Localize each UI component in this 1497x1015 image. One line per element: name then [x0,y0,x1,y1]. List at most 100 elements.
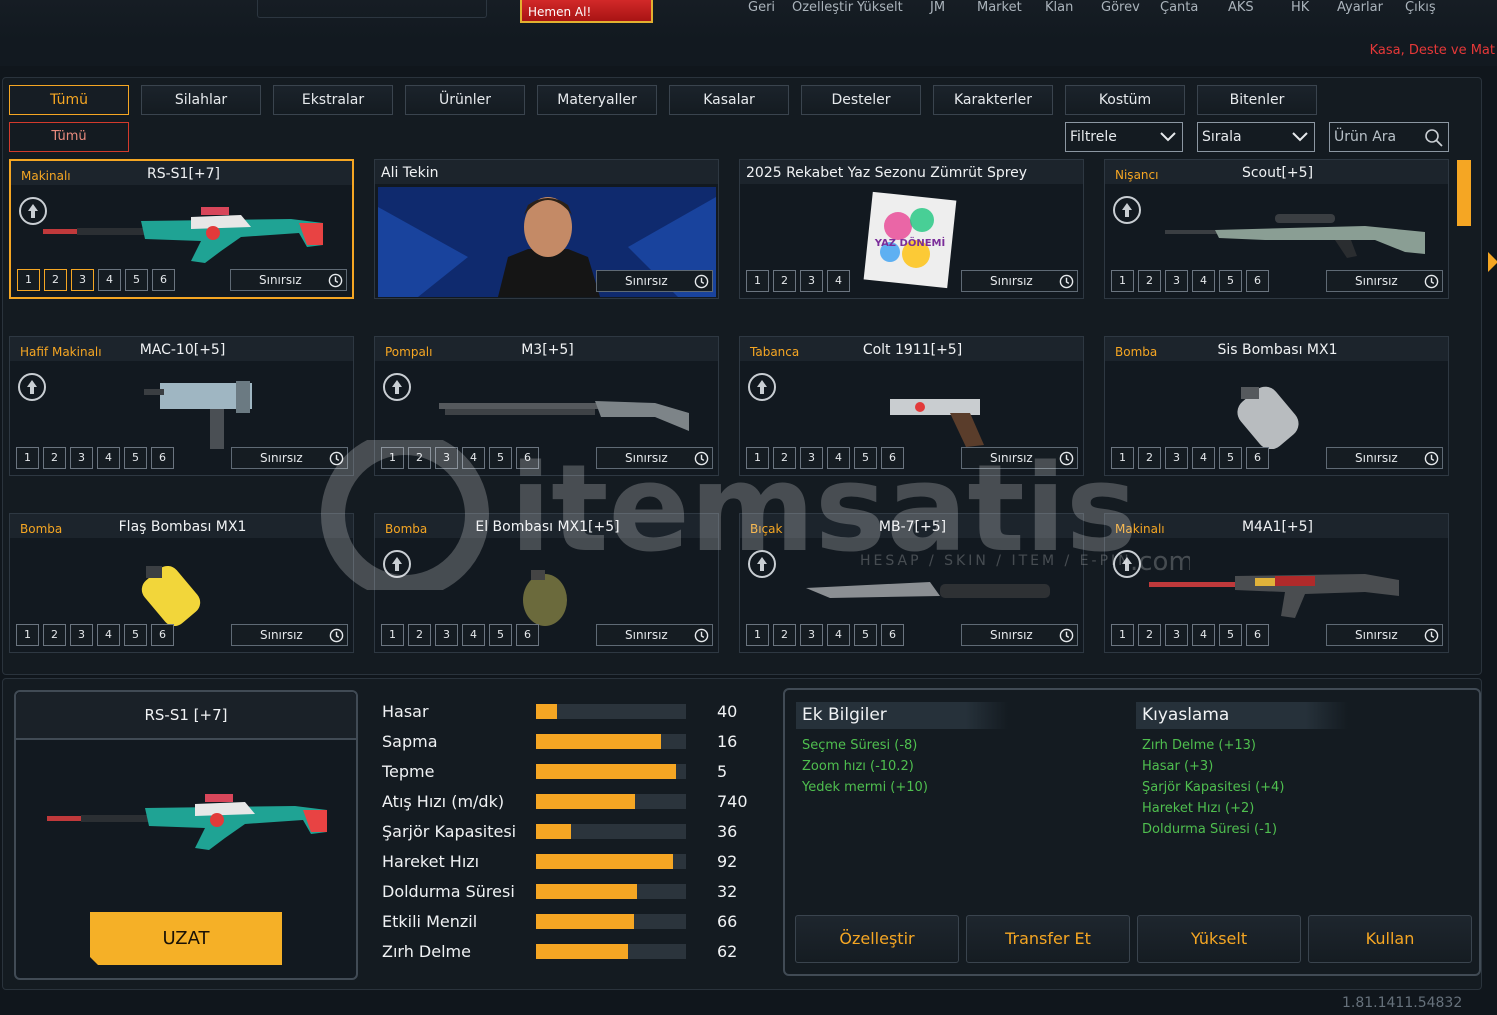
slot-6[interactable]: 6 [151,624,174,646]
tab-materials[interactable]: Materyaller [537,85,657,115]
slot-4[interactable]: 4 [827,270,850,292]
tab-cases[interactable]: Kasalar [669,85,789,115]
slot-5[interactable]: 5 [124,447,147,469]
slot-6[interactable]: 6 [516,624,539,646]
slot-4[interactable]: 4 [97,447,120,469]
slot-5[interactable]: 5 [489,624,512,646]
slot-5[interactable]: 5 [854,624,877,646]
extend-button[interactable]: UZAT [90,912,282,965]
slot-3[interactable]: 3 [71,269,94,291]
slot-2[interactable]: 2 [408,624,431,646]
slot-2[interactable]: 2 [773,447,796,469]
slot-1[interactable]: 1 [381,447,404,469]
slot-1[interactable]: 1 [16,624,39,646]
slot-3[interactable]: 3 [800,624,823,646]
slot-4[interactable]: 4 [462,447,485,469]
slot-3[interactable]: 3 [70,624,93,646]
slot-4[interactable]: 4 [1192,270,1215,292]
nav-upgrade[interactable]: Yükselt [857,0,903,15]
slot-2[interactable]: 2 [43,624,66,646]
slot-5[interactable]: 5 [1219,624,1242,646]
slot-6[interactable]: 6 [881,624,904,646]
slot-2[interactable]: 2 [1138,270,1161,292]
item-card-scout[interactable]: Nişancı Scout[+5] 1 2 3 4 5 6 Sınırsız [1104,159,1449,299]
slot-2[interactable]: 2 [1138,447,1161,469]
slot-3[interactable]: 3 [800,270,823,292]
next-page-arrow-icon[interactable] [1488,252,1497,272]
slot-6[interactable]: 6 [881,447,904,469]
customize-button[interactable]: Özelleştir [795,915,959,963]
slot-3[interactable]: 3 [800,447,823,469]
scrollbar-thumb[interactable] [1457,160,1471,226]
slot-1[interactable]: 1 [746,624,769,646]
slot-6[interactable]: 6 [1246,624,1269,646]
nav-market[interactable]: Market [977,0,1022,15]
nav-back[interactable]: Geri [748,0,775,15]
tab-expired[interactable]: Bitenler [1197,85,1317,115]
slot-6[interactable]: 6 [1246,447,1269,469]
item-card-rs-s1[interactable]: Makinalı RS-S1[+7] 1 2 3 4 5 6 Sınırsız [9,159,354,299]
tab-products[interactable]: Ürünler [405,85,525,115]
slot-1[interactable]: 1 [16,447,39,469]
slot-1[interactable]: 1 [381,624,404,646]
slot-1[interactable]: 1 [1111,447,1134,469]
nav-mission[interactable]: Görev [1101,0,1140,15]
sort-dropdown[interactable]: Sırala [1197,122,1315,152]
tab-all[interactable]: Tümü [9,85,129,115]
subtab-all[interactable]: Tümü [9,122,129,152]
nav-customize[interactable]: Özelleştir [792,0,853,15]
slot-2[interactable]: 2 [408,447,431,469]
slot-1[interactable]: 1 [746,447,769,469]
item-card-ali-tekin[interactable]: Ali Tekin Sınırsız [374,159,719,299]
slot-1[interactable]: 1 [1111,270,1134,292]
slot-2[interactable]: 2 [1138,624,1161,646]
item-card-colt-1911[interactable]: Tabanca Colt 1911[+5] 1 2 3 4 5 6 Sınırs… [739,336,1084,476]
slot-2[interactable]: 2 [44,269,67,291]
tab-decks[interactable]: Desteler [801,85,921,115]
slot-4[interactable]: 4 [1192,624,1215,646]
slot-3[interactable]: 3 [70,447,93,469]
slot-5[interactable]: 5 [124,624,147,646]
nav-settings[interactable]: Ayarlar [1337,0,1383,15]
slot-3[interactable]: 3 [1165,447,1188,469]
slot-6[interactable]: 6 [516,447,539,469]
slot-1[interactable]: 1 [1111,624,1134,646]
slot-2[interactable]: 2 [43,447,66,469]
slot-1[interactable]: 1 [17,269,40,291]
upgrade-button[interactable]: Yükselt [1137,915,1301,963]
item-card-spray[interactable]: 2025 Rekabet Yaz Sezonu Zümrüt Sprey YAZ… [739,159,1084,299]
item-card-m4a1[interactable]: Makinalı M4A1[+5] 1 2 3 4 5 6 Sınırsız [1104,513,1449,653]
slot-5[interactable]: 5 [489,447,512,469]
slot-4[interactable]: 4 [462,624,485,646]
nav-aks[interactable]: AKS [1228,0,1254,15]
item-card-mb-7[interactable]: Bıçak MB-7[+5] 1 2 3 4 5 6 Sınırsız [739,513,1084,653]
item-card-m3[interactable]: Pompalı M3[+5] 1 2 3 4 5 6 Sınırsız [374,336,719,476]
slot-4[interactable]: 4 [97,624,120,646]
slot-4[interactable]: 4 [98,269,121,291]
nav-exit[interactable]: Çıkış [1405,0,1436,15]
slot-6[interactable]: 6 [1246,270,1269,292]
item-card-smoke-grenade[interactable]: Bomba Sis Bombası MX1 1 2 3 4 5 6 Sınırs… [1104,336,1449,476]
slot-3[interactable]: 3 [435,624,458,646]
nav-jm[interactable]: JM [930,0,945,15]
nav-bag[interactable]: Çanta [1160,0,1198,15]
tab-extras[interactable]: Ekstralar [273,85,393,115]
slot-4[interactable]: 4 [827,447,850,469]
tab-costume[interactable]: Kostüm [1065,85,1185,115]
tab-weapons[interactable]: Silahlar [141,85,261,115]
slot-6[interactable]: 6 [151,447,174,469]
slot-5[interactable]: 5 [1219,447,1242,469]
nav-hk[interactable]: HK [1291,0,1309,15]
slot-2[interactable]: 2 [773,270,796,292]
item-card-hand-grenade[interactable]: Bomba El Bombası MX1[+5] 1 2 3 4 5 6 Sın… [374,513,719,653]
slot-2[interactable]: 2 [773,624,796,646]
top-search-field[interactable] [257,0,487,18]
slot-5[interactable]: 5 [125,269,148,291]
buy-now-button[interactable]: Hemen Al! [520,0,653,23]
filter-dropdown[interactable]: Filtrele [1065,122,1183,152]
slot-4[interactable]: 4 [827,624,850,646]
slot-1[interactable]: 1 [746,270,769,292]
use-button[interactable]: Kullan [1308,915,1472,963]
slot-6[interactable]: 6 [152,269,175,291]
search-input[interactable]: Ürün Ara [1329,122,1449,152]
